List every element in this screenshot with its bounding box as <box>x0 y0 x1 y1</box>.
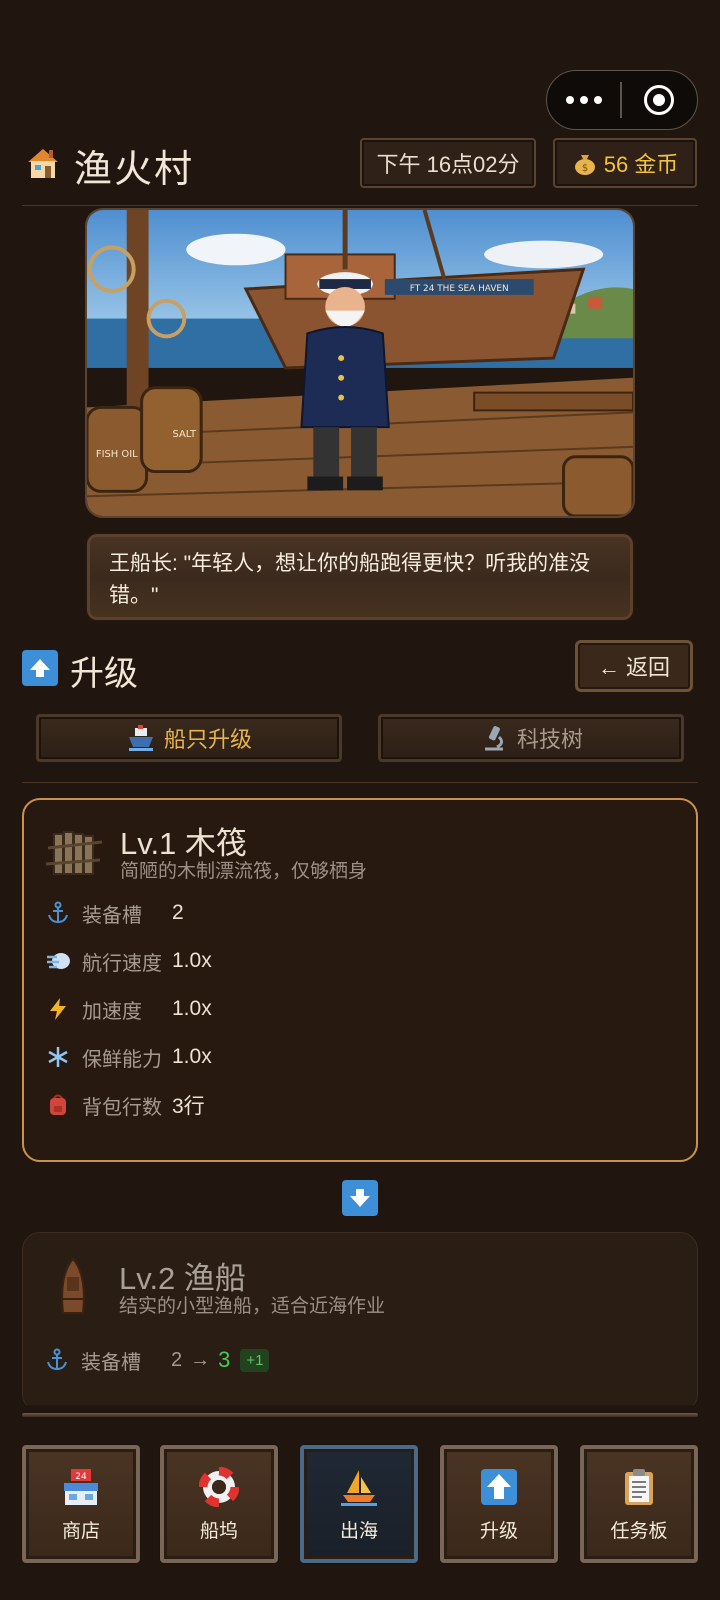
current-ship-card: Lv.1 木筏 简陋的木制漂流筏，仅够栖身 装备槽 2 航行速度 1.0x 加速… <box>22 798 698 1162</box>
ship-description: 结实的小型渔船，适合近海作业 <box>119 1296 386 1317</box>
tab-tech-tree[interactable]: 科技树 <box>378 714 684 762</box>
sailboat-icon <box>338 1466 380 1508</box>
clipboard-icon <box>618 1466 660 1508</box>
svg-text:FISH OIL: FISH OIL <box>96 449 138 460</box>
svg-text:SALT: SALT <box>173 429 197 440</box>
captain-dialog: 王船长: "年轻人，想让你的船跑得更快？听我的准没错。" <box>85 532 635 622</box>
nav-store[interactable]: 24 商店 <box>22 1445 140 1563</box>
backpack-icon <box>44 1091 72 1119</box>
nav-label: 商店 <box>61 1520 100 1542</box>
stat-value: 3行 <box>172 1095 205 1118</box>
coin-text: 56 金币 <box>603 152 679 177</box>
svg-text:FT 24 THE SEA HAVEN: FT 24 THE SEA HAVEN <box>410 284 509 294</box>
nav-upgrade[interactable]: 升级 <box>440 1445 558 1563</box>
more-menu-button[interactable] <box>547 96 620 104</box>
stat-value: 2 <box>172 901 184 924</box>
up-arrow-icon <box>22 650 58 686</box>
stat-label: 航行速度 <box>82 952 162 975</box>
stat-value: 1.0x <box>172 949 212 972</box>
nav-label: 升级 <box>479 1520 518 1542</box>
stat-arrow: → <box>190 1348 211 1371</box>
tab-label: 科技树 <box>516 727 583 752</box>
stat-row: 航行速度 1.0x <box>44 946 212 976</box>
game-time: 下午 16点02分 <box>360 138 536 188</box>
microscope-icon <box>484 726 504 751</box>
up-arrow-icon <box>478 1466 520 1508</box>
nav-task-board[interactable]: 任务板 <box>580 1445 698 1563</box>
store-icon: 24 <box>60 1466 102 1508</box>
stat-row: 装备槽 2 <box>44 898 184 928</box>
stat-row: 装备槽 2 → 3 +1 <box>43 1345 270 1375</box>
stat-row: 背包行数 3行 <box>44 1090 205 1120</box>
lifebuoy-icon <box>198 1466 240 1508</box>
house-icon <box>28 149 58 178</box>
stat-row: 加速度 1.0x <box>44 994 212 1024</box>
divider <box>22 782 698 783</box>
stat-value: 1.0x <box>172 997 212 1020</box>
stat-label: 装备槽 <box>81 1351 141 1374</box>
svg-text:$: $ <box>582 163 588 174</box>
stat-label: 保鲜能力 <box>82 1048 162 1071</box>
coin-balance: $ 56 金币 <box>553 138 697 188</box>
stat-label: 背包行数 <box>82 1096 162 1119</box>
lightning-icon <box>44 995 72 1023</box>
fishing-boat-icon <box>61 1257 85 1314</box>
harbor-scene-image: FT 24 THE SEA HAVEN FISH OIL SALT <box>85 208 635 518</box>
stat-row: 保鲜能力 1.0x <box>44 1042 212 1072</box>
wind-icon <box>44 947 72 975</box>
anchor-icon <box>44 899 72 927</box>
stat-label: 装备槽 <box>82 904 142 927</box>
stat-label: 加速度 <box>82 1000 142 1023</box>
tab-label: 船只升级 <box>163 727 252 752</box>
nav-label: 任务板 <box>610 1520 668 1542</box>
stat-to: 3 <box>218 1347 231 1372</box>
section-title: 升级 <box>70 655 138 693</box>
target-icon <box>644 85 675 115</box>
nav-sail[interactable]: 出海 <box>300 1445 418 1563</box>
divider <box>22 205 698 206</box>
stat-value: 1.0x <box>172 1045 212 1068</box>
close-miniprogram-button[interactable] <box>622 85 697 115</box>
stat-delta-badge: +1 <box>240 1348 270 1372</box>
mini-program-capsule <box>546 70 698 130</box>
tab-ship-upgrade[interactable]: 船只升级 <box>36 714 342 762</box>
back-button[interactable]: ← 返回 <box>575 640 693 692</box>
nav-label: 出海 <box>339 1520 378 1542</box>
next-ship-card: Lv.2 渔船 结实的小型渔船，适合近海作业 装备槽 2 → 3 +1 <box>22 1232 698 1412</box>
snowflake-icon <box>44 1043 72 1071</box>
svg-text:24: 24 <box>75 1472 87 1482</box>
nav-dock[interactable]: 船坞 <box>160 1445 278 1563</box>
nav-label: 船坞 <box>199 1520 238 1542</box>
money-bag-icon: $ <box>574 155 595 175</box>
ship-description: 简陋的木制漂流筏，仅够栖身 <box>120 861 368 882</box>
bottom-nav-bar: 24 商店 船坞 出海 升级 任务板 <box>0 1405 720 1600</box>
raft-icon <box>45 831 103 875</box>
down-arrow-icon <box>342 1180 378 1216</box>
ship-icon <box>128 725 153 751</box>
stat-from: 2 <box>171 1348 183 1371</box>
village-name: 渔火村 <box>74 149 195 191</box>
anchor-icon <box>43 1346 71 1374</box>
